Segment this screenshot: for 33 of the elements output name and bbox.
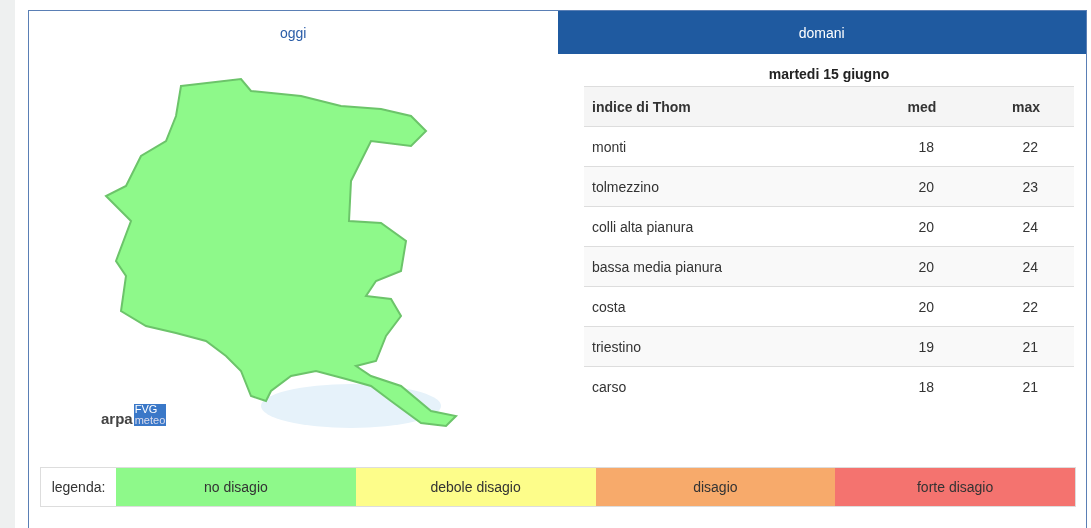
table-cell: 20 [866, 286, 970, 327]
legend-item: disagio [595, 468, 836, 506]
table-title: martedi 15 giugno [767, 66, 891, 84]
table-cell: costa [584, 286, 866, 327]
table-cell: 22 [970, 286, 1074, 327]
table-cell: 18 [866, 366, 970, 406]
legend-item: debole disagio [355, 468, 596, 506]
table-cell: 19 [866, 326, 970, 367]
table-cell: carso [584, 366, 866, 406]
table-cell: 24 [970, 206, 1074, 247]
table-cell: 18 [866, 126, 970, 167]
legend-item: forte disagio [835, 468, 1075, 506]
logo-text: meteo [133, 415, 167, 426]
column-header: max [970, 86, 1074, 127]
table-cell: bassa media pianura [584, 246, 866, 287]
table-cell: 24 [970, 246, 1074, 287]
table-cell: 23 [970, 166, 1074, 207]
tab[interactable]: domani [557, 11, 1086, 54]
column-header: med [866, 86, 970, 127]
table-cell: 22 [970, 126, 1074, 167]
table-cell: 21 [970, 326, 1074, 367]
column-header: indice di Thom [584, 86, 866, 127]
table-cell: triestino [584, 326, 866, 367]
table-cell: 20 [866, 246, 970, 287]
table-cell: monti [584, 126, 866, 167]
table-cell: colli alta pianura [584, 206, 866, 247]
logo-text: FVG [133, 404, 167, 415]
table-cell: 21 [970, 366, 1074, 406]
table-cell: 20 [866, 206, 970, 247]
logo-text: arpa [101, 411, 133, 426]
legend-item: no disagio [116, 468, 356, 506]
table-cell: 20 [866, 166, 970, 207]
table-cell: tolmezzino [584, 166, 866, 207]
